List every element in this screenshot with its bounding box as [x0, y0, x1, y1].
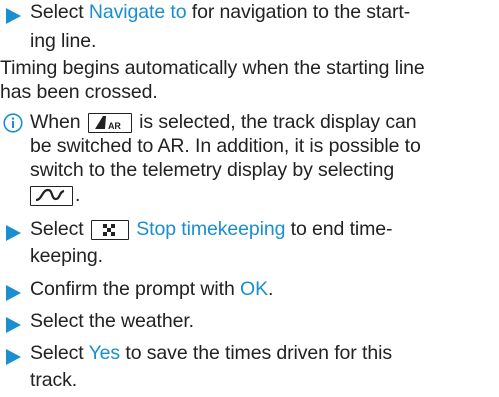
- yes-link[interactable]: Yes: [89, 342, 121, 364]
- info-note-line-4: .: [30, 183, 80, 207]
- navigate-to-link[interactable]: Navigate to: [89, 1, 187, 23]
- step-stop-timekeeping-line-2: keeping.: [30, 245, 103, 267]
- step-save-line-1: Select Yes to save the times driven for …: [30, 342, 392, 364]
- telemetry-icon: [30, 186, 73, 206]
- ok-link[interactable]: OK: [240, 278, 268, 300]
- step-stop-timekeeping-line-1: Select Stop timekeeping to end time-: [30, 218, 393, 240]
- info-note-line-2: be switched to AR. In addition, it is po…: [30, 135, 421, 157]
- instruction-page: Select Navigate to for navigation to the…: [0, 0, 499, 397]
- step-confirm-line: Confirm the prompt with OK.: [30, 278, 274, 300]
- svg-text:AR: AR: [108, 121, 121, 131]
- step-navigate-line-1: Select Navigate to for navigation to the…: [30, 1, 411, 23]
- info-note-line-1: When AR is selected, the track display c…: [30, 111, 417, 133]
- timing-paragraph-line-1: Timing begins automatically when the sta…: [0, 57, 425, 79]
- info-note-line-3: switch to the telemetry display by selec…: [30, 159, 395, 181]
- info-icon: [3, 113, 23, 133]
- stop-timekeeping-link[interactable]: Stop timekeeping: [136, 218, 285, 240]
- step-weather-line: Select the weather.: [30, 310, 194, 332]
- bullet-arrow-icon: [6, 225, 21, 241]
- ar-track-icon: AR: [87, 113, 132, 133]
- bullet-arrow-icon: [6, 8, 21, 24]
- step-navigate-line-2: ing line.: [30, 30, 97, 52]
- step-save-line-2: track.: [30, 369, 78, 391]
- bullet-arrow-icon: [6, 317, 21, 333]
- flag-icon: [90, 220, 129, 240]
- bullet-arrow-icon: [6, 285, 21, 301]
- bullet-arrow-icon: [6, 349, 21, 365]
- timing-paragraph-line-2: has been crossed.: [0, 81, 158, 103]
